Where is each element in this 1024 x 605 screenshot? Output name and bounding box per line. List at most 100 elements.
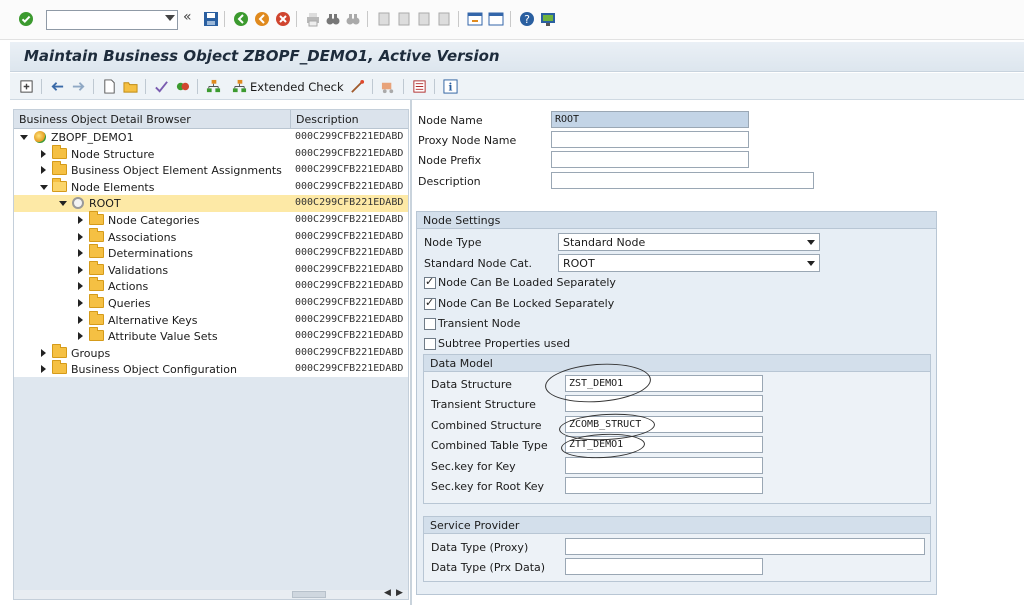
shortcut-icon[interactable] [488,11,504,27]
tree-node-node-categories[interactable]: Node Categories 000C299CFB221EDABD [14,211,408,229]
data-type-proxy-field[interactable] [565,538,925,555]
description-label: Description [418,175,481,188]
back-icon[interactable] [233,11,249,27]
expand-icon[interactable] [78,299,83,307]
transient-node-checkbox[interactable] [424,318,436,330]
collapse-icon[interactable] [20,135,28,140]
tree-node-label: Queries [108,297,151,310]
sec-key-field[interactable] [565,457,763,474]
previous-page-icon[interactable] [396,11,412,27]
arrow-left-icon[interactable] [50,79,65,94]
folder-icon [89,211,104,225]
folder-icon [89,260,104,275]
check-icon[interactable] [154,79,169,94]
tree-node-bo-configuration[interactable]: Business Object Configuration 000C299CFB… [14,360,408,378]
scrollbar-thumb[interactable] [292,591,326,598]
transport-icon[interactable] [381,79,396,94]
cancel-icon[interactable] [275,11,291,27]
find-next-icon[interactable] [345,11,361,27]
subtree-properties-checkbox[interactable] [424,338,436,350]
column-separator[interactable] [290,110,291,129]
toolbar-separator [367,11,368,27]
node-prefix-field[interactable] [551,151,749,168]
activate-icon[interactable] [175,79,190,94]
node-type-select[interactable]: Standard Node [558,233,820,251]
magic-wand-icon[interactable] [350,79,365,94]
service-provider-header: Service Provider [424,517,930,534]
tree-header-description[interactable]: Description [296,113,359,126]
toolbar-separator [145,79,146,94]
extended-check-button[interactable]: Extended Check [250,80,344,94]
expand-icon[interactable] [78,232,83,241]
collapse-icon[interactable] [40,184,48,190]
expand-icon[interactable] [41,166,46,175]
extended-check-icon[interactable] [232,79,247,94]
std-node-cat-value: ROOT [563,257,595,270]
command-field[interactable] [46,10,178,30]
expand-icon[interactable] [78,332,83,341]
node-settings-header: Node Settings [417,212,936,229]
tree-node-root-object[interactable]: ZBOPF_DEMO1 000C299CFB221EDABD [14,129,408,146]
node-name-field[interactable]: ROOT [551,111,749,128]
expand-icon[interactable] [78,282,83,291]
double-chevron-left-icon[interactable]: « [183,9,199,25]
combined-structure-label: Combined Structure [431,419,542,432]
node-locked-checkbox[interactable] [424,296,436,310]
scroll-left-icon[interactable]: ◀ [384,588,391,598]
tree-node-root[interactable]: ROOT 000C299CFB221EDABD [14,195,408,212]
next-page-icon[interactable] [416,11,432,27]
proxy-node-name-field[interactable] [551,131,749,148]
horizontal-scrollbar[interactable]: ◀ ▶ [14,588,408,599]
tree-node-determinations[interactable]: Determinations 000C299CFB221EDABD [14,244,408,262]
proxy-node-name-label: Proxy Node Name [418,134,517,147]
exit-icon[interactable] [254,11,270,27]
tree-node-alternative-keys[interactable]: Alternative Keys 000C299CFB221EDABD [14,310,408,329]
first-page-icon[interactable] [376,11,392,27]
tree-node-actions[interactable]: Actions 000C299CFB221EDABD [14,277,408,295]
data-model-group: Data Model Data Structure ZST_DEMO1 Tran… [423,354,931,504]
save-icon[interactable] [203,11,219,27]
splitter[interactable] [410,100,412,605]
customize-layout-icon[interactable] [540,11,556,27]
tree-node-validations[interactable]: Validations 000C299CFB221EDABD [14,260,408,279]
enter-checkmark-icon[interactable] [18,11,34,27]
expand-icon[interactable] [78,249,83,258]
chevron-down-icon[interactable] [165,15,175,21]
node-loaded-checkbox[interactable] [424,275,436,289]
hierarchy-icon[interactable] [206,79,221,94]
expand-icon[interactable] [78,265,83,274]
expand-icon[interactable] [41,365,46,374]
info-icon[interactable]: i [443,79,458,94]
find-icon[interactable] [325,11,341,27]
expand-icon[interactable] [78,315,83,324]
data-type-prx-data-field[interactable] [565,558,763,575]
description-field[interactable] [551,172,814,189]
sec-key-root-field[interactable] [565,477,763,494]
chevron-down-icon[interactable] [807,261,815,266]
expand-icon[interactable] [41,348,46,357]
display-change-icon[interactable] [19,79,34,94]
last-page-icon[interactable] [436,11,452,27]
chevron-down-icon[interactable] [807,240,815,245]
tree-node-queries[interactable]: Queries 000C299CFB221EDABD [14,294,408,312]
tree-node-desc: 000C299CFB221EDABD [295,330,404,342]
tree-node-attribute-value-sets[interactable]: Attribute Value Sets 000C299CFB221EDABD [14,327,408,345]
tree-node-bo-element-assignments[interactable]: Business Object Element Assignments 000C… [14,161,408,179]
new-document-icon[interactable] [102,79,117,94]
std-node-cat-select[interactable]: ROOT [558,254,820,272]
tree-header-browser[interactable]: Business Object Detail Browser [19,113,191,126]
help-icon[interactable]: ? [519,11,535,27]
collapse-icon[interactable] [59,201,67,207]
print-icon[interactable] [305,11,321,27]
expand-icon[interactable] [78,216,83,224]
tree-node-associations[interactable]: Associations 000C299CFB221EDABD [14,227,408,246]
scroll-right-icon[interactable]: ▶ [396,588,403,598]
tree-node-groups[interactable]: Groups 000C299CFB221EDABD [14,343,408,362]
open-folder-icon[interactable] [123,79,138,94]
create-session-icon[interactable] [467,11,483,27]
tree-node-node-elements[interactable]: Node Elements 000C299CFB221EDABD [14,177,408,196]
arrow-right-icon[interactable] [71,79,86,94]
expand-icon[interactable] [41,149,46,158]
tree-node-node-structure[interactable]: Node Structure 000C299CFB221EDABD [14,144,408,163]
where-used-icon[interactable] [412,79,427,94]
